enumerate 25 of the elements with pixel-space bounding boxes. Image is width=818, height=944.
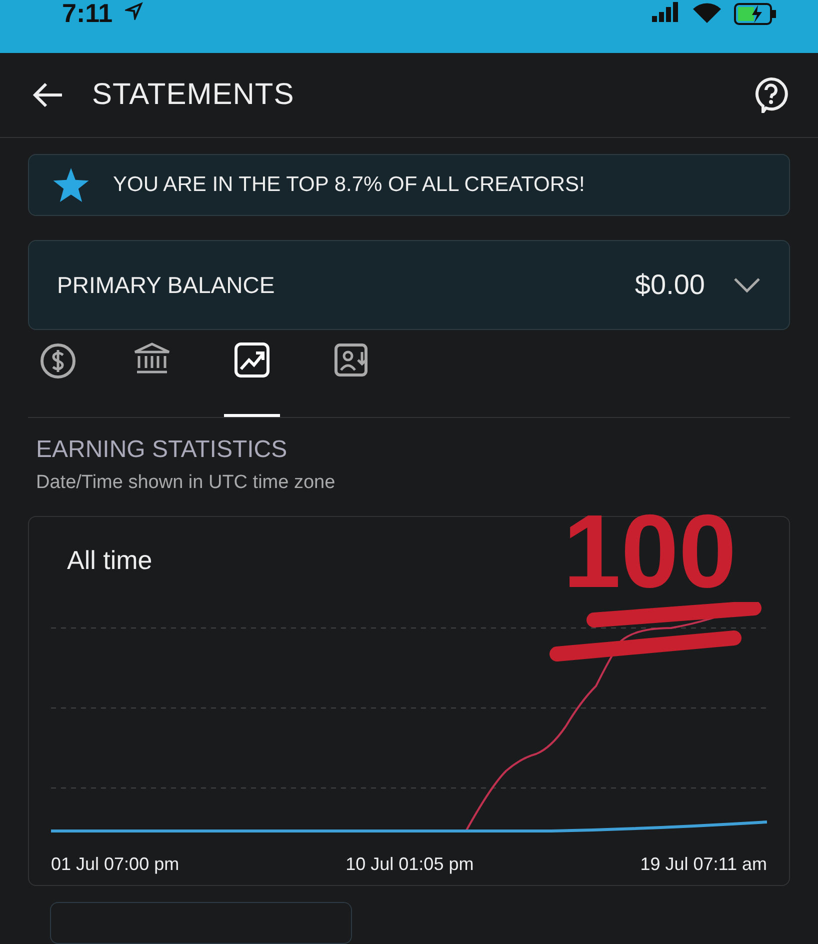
section-title: EARNING STATISTICS <box>35 436 288 464</box>
status-time: 7:11 <box>62 0 113 29</box>
signal-icon <box>652 2 680 22</box>
section-subtitle: Date/Time shown in UTC time zone <box>35 472 336 494</box>
statement-icon <box>334 342 370 378</box>
bank-icon <box>133 342 171 376</box>
tab[interactable] <box>224 342 280 417</box>
chevron-down-icon <box>733 277 761 293</box>
location-icon <box>124 2 143 20</box>
axis-label: 10 Jul 01:05 pm <box>346 854 474 875</box>
balance-amount: $0.00 <box>634 269 705 301</box>
rank-text: YOU ARE IN THE TOP 8.7% OF ALL CREATORS! <box>113 173 585 197</box>
star-icon <box>53 168 89 202</box>
balance-card[interactable]: PRIMARY BALANCE $0.00 <box>28 240 790 330</box>
help-icon[interactable] <box>754 76 788 113</box>
wifi-icon <box>692 2 722 24</box>
back-icon[interactable] <box>32 80 64 109</box>
axis-label: 01 Jul 07:00 pm <box>51 854 180 875</box>
axis-label: 19 Jul 07:11 am <box>640 854 767 875</box>
battery-icon <box>734 2 778 26</box>
sticker-text: 100 <box>562 493 738 612</box>
page-title: STATEMENTS <box>92 78 294 112</box>
chart-icon <box>234 342 270 378</box>
dollar-icon <box>39 342 77 380</box>
balance-label: PRIMARY BALANCE <box>57 272 275 298</box>
